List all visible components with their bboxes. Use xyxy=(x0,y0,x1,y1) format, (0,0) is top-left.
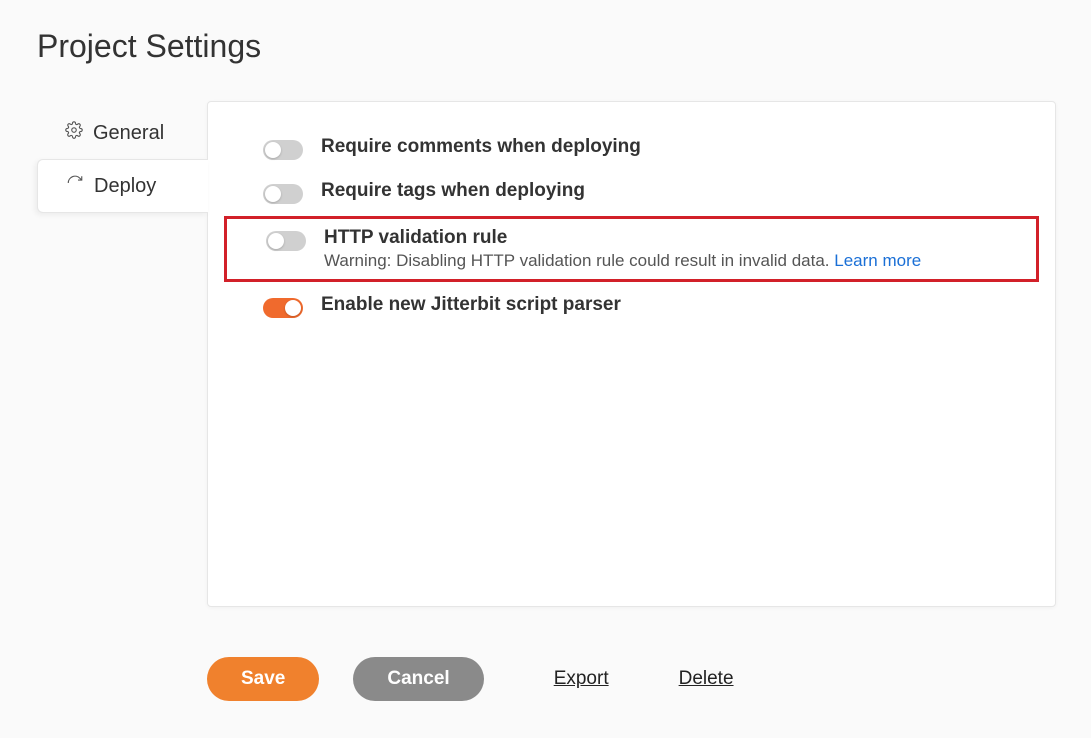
setting-require-comments: Require comments when deploying xyxy=(218,126,1045,170)
delete-link[interactable]: Delete xyxy=(679,668,734,690)
setting-jitterbit-parser: Enable new Jitterbit script parser xyxy=(218,284,1045,328)
setting-label: Require tags when deploying xyxy=(321,180,1000,202)
save-button[interactable]: Save xyxy=(207,657,319,701)
page-title: Project Settings xyxy=(0,0,1091,65)
setting-label: HTTP validation rule xyxy=(324,227,997,249)
export-link[interactable]: Export xyxy=(554,668,609,690)
setting-label: Require comments when deploying xyxy=(321,136,1000,158)
setting-label: Enable new Jitterbit script parser xyxy=(321,294,1000,316)
setting-description: Warning: Disabling HTTP validation rule … xyxy=(324,251,997,271)
tab-label: General xyxy=(93,122,164,145)
gear-icon xyxy=(65,121,83,145)
settings-sidebar: General Deploy xyxy=(0,101,207,607)
toggle-require-tags[interactable] xyxy=(263,184,303,204)
footer-actions: Save Cancel Export Delete xyxy=(207,657,1091,701)
toggle-require-comments[interactable] xyxy=(263,140,303,160)
toggle-http-validation[interactable] xyxy=(266,231,306,251)
refresh-icon xyxy=(66,174,84,198)
tab-label: Deploy xyxy=(94,175,156,198)
setting-require-tags: Require tags when deploying xyxy=(218,170,1045,214)
cancel-button[interactable]: Cancel xyxy=(353,657,483,701)
tab-deploy[interactable]: Deploy xyxy=(37,159,208,213)
settings-panel: Require comments when deploying Require … xyxy=(207,101,1056,607)
tab-general[interactable]: General xyxy=(37,107,207,159)
learn-more-link[interactable]: Learn more xyxy=(834,251,921,270)
toggle-jitterbit-parser[interactable] xyxy=(263,298,303,318)
setting-http-validation: HTTP validation rule Warning: Disabling … xyxy=(224,216,1039,282)
